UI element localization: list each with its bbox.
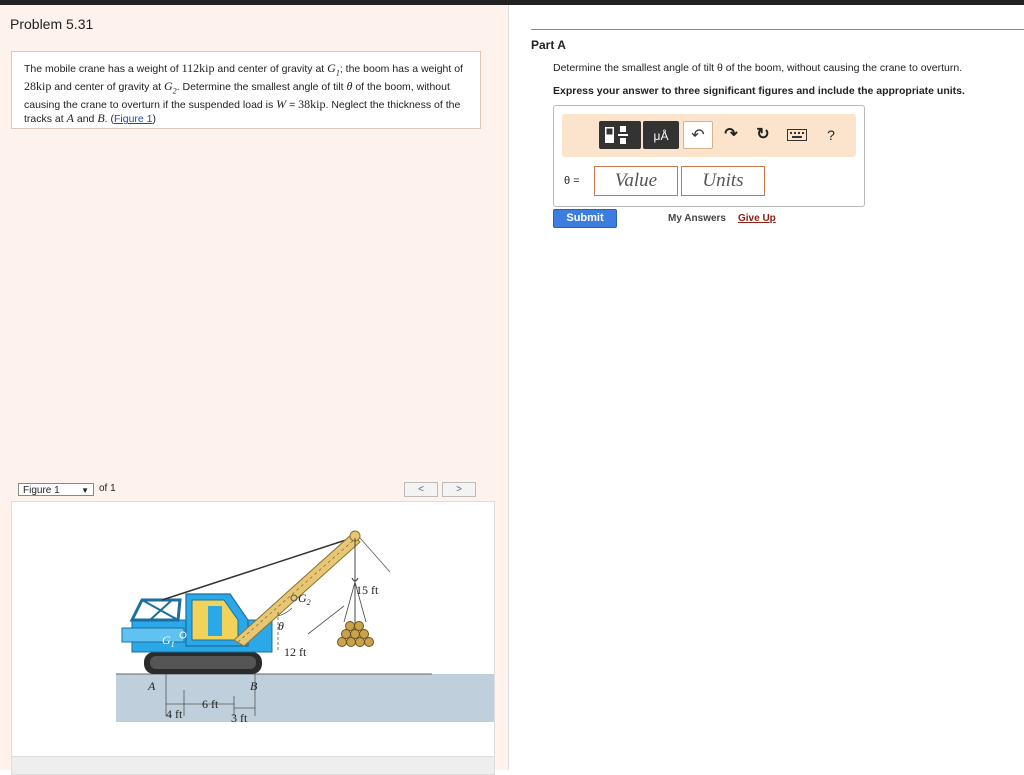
problem-statement: The mobile crane has a weight of 112kip … (11, 51, 481, 129)
sling (343, 581, 356, 623)
figure-viewer: A B G1 G2 θ 15 ft 12 ft 6 ft 4 ft 3 ft (11, 501, 495, 757)
a-frame-brace (149, 599, 173, 621)
part-divider (531, 29, 1024, 30)
figure-select[interactable]: Figure 1 ▼ (18, 483, 94, 496)
redo-icon: ↷ (724, 126, 738, 143)
stmt-text: ; the boom has a weight of (339, 63, 463, 75)
a-symbol: A (66, 111, 74, 126)
cab-pillar (208, 606, 222, 636)
stmt-text: . ( (104, 113, 114, 126)
label-6ft: 6 ft (202, 697, 219, 711)
suspended-load (337, 621, 374, 647)
next-figure-button[interactable]: > (442, 482, 476, 497)
w-symbol: W (276, 96, 287, 111)
reset-icon: ↻ (756, 126, 770, 143)
g1-symbol: G1 (327, 61, 340, 78)
figure-footer (11, 757, 495, 775)
submit-button[interactable]: Submit (553, 209, 617, 228)
crane-figure: A B G1 G2 θ 15 ft 12 ft 6 ft 4 ft 3 ft (116, 530, 494, 725)
figure-nav-bar: Figure 1 ▼ of 1 < > (11, 481, 495, 499)
templates-icon (605, 126, 628, 144)
label-3ft: 3 ft (231, 711, 248, 725)
keyboard-button[interactable] (783, 121, 811, 149)
label-4ft: 4 ft (166, 707, 183, 721)
counterweight (121, 627, 185, 643)
figure-link[interactable]: Figure 1 (114, 113, 153, 125)
reset-button[interactable]: ↻ (751, 121, 775, 149)
question-text: Determine the smallest angle of tilt θ o… (553, 62, 963, 74)
b-symbol: B (97, 111, 105, 126)
stmt-text: The mobile crane has a weight of (24, 63, 182, 75)
track-inner (150, 656, 256, 669)
units-button[interactable]: μÅ (643, 121, 679, 149)
redo-button[interactable]: ↷ (719, 121, 743, 149)
stmt-text: and center of gravity at (51, 80, 164, 93)
math-toolbar: μÅ ↶ ↷ ↻ ? (562, 114, 856, 157)
weight-boom: 28kip (24, 78, 52, 93)
label-theta: θ (278, 619, 284, 633)
undo-icon: ↶ (691, 127, 705, 144)
problem-panel: Problem 5.31 The mobile crane has a weig… (0, 5, 509, 775)
dim-12ft (307, 605, 345, 635)
give-up-link[interactable]: Give Up (738, 213, 776, 224)
templates-button[interactable] (599, 121, 641, 149)
prev-figure-button[interactable]: < (404, 482, 438, 497)
label-15ft: 15 ft (356, 583, 379, 597)
stmt-text: = (286, 98, 299, 111)
figure-select-value: Figure 1 (23, 485, 60, 496)
keyboard-icon (787, 129, 807, 141)
label-12ft: 12 ft (284, 645, 307, 659)
part-panel: Part A Determine the smallest angle of t… (509, 5, 1024, 770)
stmt-text: . Determine the smallest angle of tilt (176, 80, 347, 93)
weight-crane: 112kip (181, 61, 215, 75)
value-input[interactable]: Value (594, 166, 678, 196)
units-input[interactable]: Units (681, 166, 765, 196)
instructions-text: Express your answer to three significant… (553, 85, 965, 97)
dim-15ft (359, 537, 391, 573)
stmt-text: and (73, 113, 98, 126)
label-g2: G2 (298, 591, 311, 607)
problem-title: Problem 5.31 (10, 16, 94, 32)
stmt-text: and center of gravity at (214, 63, 328, 75)
weight-load: 38kip (298, 96, 326, 111)
answer-box: μÅ ↶ ↷ ↻ ? θ = Value Units (553, 105, 865, 207)
label-a: A (147, 679, 156, 693)
g2-symbol: G2 (164, 78, 177, 96)
undo-button[interactable]: ↶ (683, 121, 713, 149)
part-title[interactable]: Part A (531, 38, 566, 52)
label-b: B (250, 679, 258, 693)
help-button[interactable]: ? (819, 121, 843, 149)
answer-label: θ = (564, 175, 580, 187)
my-answers-link[interactable]: My Answers (668, 213, 726, 224)
figure-count: of 1 (99, 483, 116, 494)
chevron-down-icon: ▼ (81, 486, 89, 495)
stmt-text: ) (152, 113, 157, 126)
